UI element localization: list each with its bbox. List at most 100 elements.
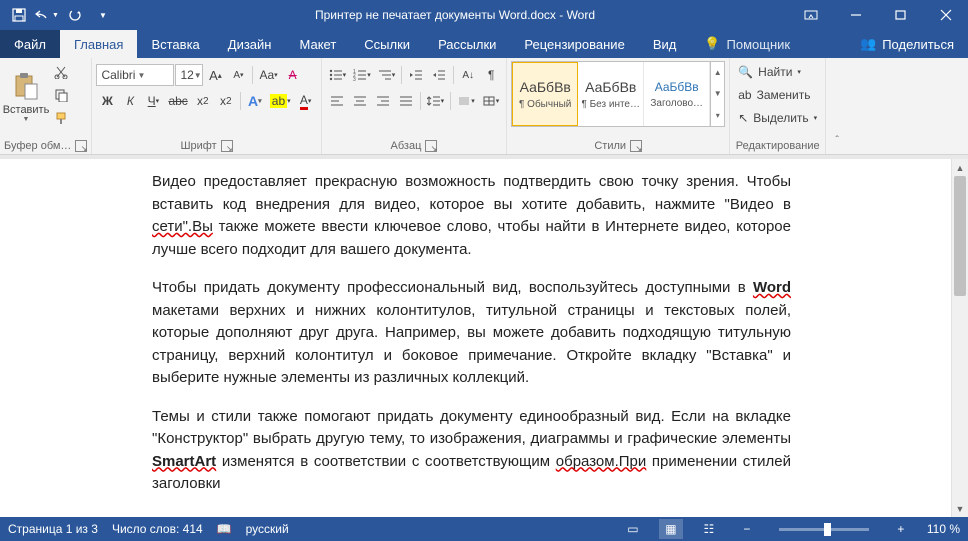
shrink-font-icon[interactable]: A▾ [227,64,249,86]
justify-icon[interactable] [395,90,417,112]
style-no-spacing[interactable]: АаБбВв¶ Без инте… [578,62,644,126]
styles-dialog-launcher[interactable] [630,140,642,152]
change-case-icon[interactable]: Aa▾ [256,64,280,86]
gallery-down-icon[interactable]: ▼ [711,83,724,104]
tab-mailings[interactable]: Рассылки [424,30,510,58]
align-center-icon[interactable] [349,90,371,112]
find-icon: 🔍 [738,65,753,79]
ribbon: Вставить ▼ Буфер обм… Calibri▼ 12▼ A▴ A▾… [0,58,968,155]
superscript-button[interactable]: x2 [215,90,237,112]
share-label: Поделиться [882,37,954,52]
scroll-down-icon[interactable]: ▼ [952,500,968,517]
gallery-more-icon[interactable]: ▾ [711,105,724,126]
find-label: Найти [758,65,792,79]
underline-button[interactable]: Ч▾ [142,90,164,112]
clear-formatting-icon[interactable]: A [282,64,304,86]
word-count[interactable]: Число слов: 414 [112,522,203,536]
bullets-icon[interactable]: ▾ [326,64,350,86]
scroll-thumb[interactable] [954,176,966,296]
font-name-combo[interactable]: Calibri▼ [96,64,174,86]
font-color-icon[interactable]: A▾ [295,90,317,112]
zoom-out-icon[interactable]: − [735,519,759,539]
zoom-in-icon[interactable]: + [889,519,913,539]
qat-customize-icon[interactable]: ▼ [90,2,116,28]
tab-tell-me[interactable]: 💡Помощник [690,30,804,58]
numbering-icon[interactable]: 123▾ [350,64,374,86]
minimize-icon[interactable] [833,0,878,30]
italic-button[interactable]: К [119,90,141,112]
page-indicator[interactable]: Страница 1 из 3 [8,522,98,536]
grow-font-icon[interactable]: A▴ [204,64,226,86]
vertical-scrollbar[interactable]: ▲ ▼ [951,159,968,517]
tab-file[interactable]: Файл [0,30,60,58]
align-right-icon[interactable] [372,90,394,112]
document-page[interactable]: Видео предоставляет прекрасную возможнос… [0,159,951,517]
ribbon-tabs: Файл Главная Вставка Дизайн Макет Ссылки… [0,30,968,58]
maximize-icon[interactable] [878,0,923,30]
tab-view[interactable]: Вид [639,30,691,58]
collapse-ribbon-icon[interactable]: ˆ [826,129,848,151]
sort-icon[interactable]: A↓ [457,64,479,86]
web-layout-icon[interactable]: ☷ [697,519,721,539]
format-painter-icon[interactable] [50,107,72,129]
cut-icon[interactable] [50,61,72,83]
paragraph-dialog-launcher[interactable] [425,140,437,152]
line-spacing-icon[interactable]: ▾ [424,90,448,112]
bold-button[interactable]: Ж [96,90,118,112]
tab-layout[interactable]: Макет [285,30,350,58]
body-text: Видео предоставляет прекрасную возможнос… [152,173,791,213]
share-button[interactable]: 👥 Поделиться [846,30,968,58]
shading-icon[interactable]: ▾ [454,90,478,112]
show-marks-icon[interactable]: ¶ [480,64,502,86]
select-button[interactable]: ↖Выделить▾ [734,107,821,129]
text-effects-icon[interactable]: A▾ [244,90,266,112]
body-text: Темы и стили также помогают придать доку… [152,408,791,448]
decrease-indent-icon[interactable] [405,64,427,86]
zoom-level[interactable]: 110 % [927,522,960,536]
scroll-up-icon[interactable]: ▲ [952,159,968,176]
borders-icon[interactable]: ▾ [479,90,503,112]
clipboard-dialog-launcher[interactable] [75,140,87,152]
gallery-up-icon[interactable]: ▲ [711,62,724,83]
language-indicator[interactable]: русский [246,522,289,536]
font-dialog-launcher[interactable] [221,140,233,152]
copy-icon[interactable] [50,84,72,106]
undo-icon[interactable]: ▼ [34,2,60,28]
body-text: макетами верхних и нижних колонтитулов, … [152,302,791,387]
svg-text:1: 1 [353,69,356,75]
window-title: Принтер не печатает документы Word.docx … [122,8,788,22]
tab-review[interactable]: Рецензирование [510,30,638,58]
style-normal[interactable]: АаБбВв¶ Обычный [512,62,578,126]
multilevel-list-icon[interactable]: ▾ [375,64,399,86]
increase-indent-icon[interactable] [428,64,450,86]
align-left-icon[interactable] [326,90,348,112]
font-label: Шрифт [180,140,216,152]
replace-label: Заменить [757,88,811,102]
group-clipboard: Вставить ▼ Буфер обм… [0,58,92,154]
zoom-slider[interactable] [779,528,869,531]
spellcheck-icon[interactable]: 📖 [217,522,232,536]
find-button[interactable]: 🔍Найти▾ [734,61,805,83]
quick-access-toolbar: ▼ ▼ [0,2,122,28]
paste-button[interactable]: Вставить ▼ [4,61,48,133]
read-mode-icon[interactable]: ▭ [621,519,645,539]
ribbon-options-icon[interactable] [788,0,833,30]
tab-insert[interactable]: Вставка [137,30,213,58]
clipboard-label: Буфер обм… [4,140,71,152]
highlight-icon[interactable]: ab▾ [267,90,294,112]
tab-references[interactable]: Ссылки [350,30,424,58]
strikethrough-button[interactable]: abc [165,90,190,112]
redo-icon[interactable] [62,2,88,28]
paste-icon [12,72,40,100]
replace-button[interactable]: abЗаменить [734,84,814,106]
tab-home[interactable]: Главная [60,30,137,58]
print-layout-icon[interactable]: ▦ [659,519,683,539]
save-icon[interactable] [6,2,32,28]
paste-label: Вставить [3,104,50,116]
font-size-combo[interactable]: 12▼ [175,64,203,86]
subscript-button[interactable]: x2 [192,90,214,112]
share-icon: 👥 [860,36,876,52]
tab-design[interactable]: Дизайн [214,30,286,58]
close-icon[interactable] [923,0,968,30]
style-heading1[interactable]: АаБбВвЗаголово… [644,62,710,126]
